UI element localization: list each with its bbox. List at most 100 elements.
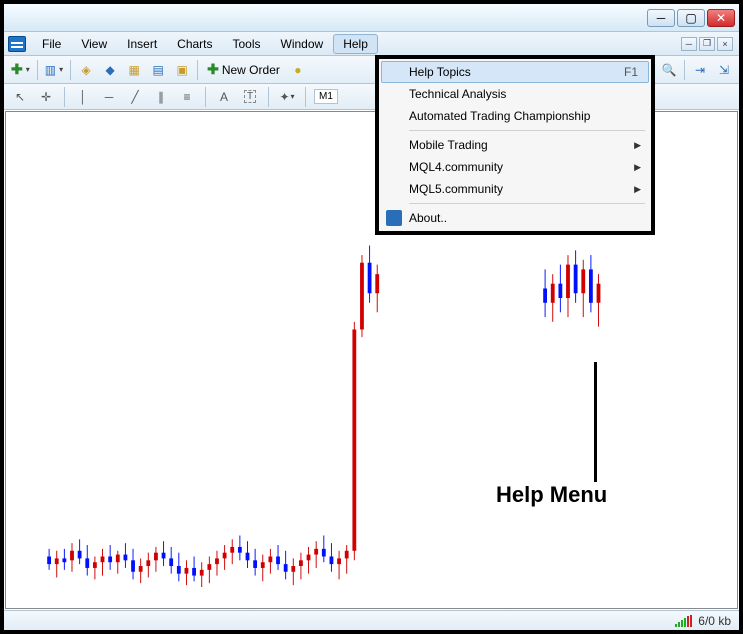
separator xyxy=(70,60,71,80)
navigator-button[interactable]: ◆ xyxy=(99,59,121,81)
autoscroll-icon: ⇲ xyxy=(719,63,729,77)
navigator-icon: ◆ xyxy=(105,63,114,77)
menu-window[interactable]: Window xyxy=(271,34,334,54)
trendline-button[interactable]: ╱ xyxy=(125,87,145,107)
cursor-icon: ↖ xyxy=(15,90,25,104)
connection-bars-icon xyxy=(675,615,692,627)
annotation-label: Help Menu xyxy=(496,482,607,508)
label-icon: T xyxy=(244,90,256,103)
menu-charts[interactable]: Charts xyxy=(167,34,222,54)
menu-separator xyxy=(409,130,645,131)
crosshair-button[interactable]: ✛ xyxy=(36,87,56,107)
channel-button[interactable]: ∥ xyxy=(151,87,171,107)
submenu-arrow-icon: ▶ xyxy=(634,184,641,195)
trendline-icon: ╱ xyxy=(131,90,138,104)
titlebar[interactable]: ─ ▢ ✕ xyxy=(4,4,739,32)
about-icon xyxy=(386,210,402,226)
vertical-line-button[interactable]: │ xyxy=(73,87,93,107)
separator xyxy=(205,87,206,107)
terminal-button[interactable]: ▦ xyxy=(123,59,145,81)
menu-item-label: MQL5.community xyxy=(409,182,503,196)
atc-item[interactable]: Automated Trading Championship xyxy=(381,105,649,127)
submenu-arrow-icon: ▶ xyxy=(634,140,641,151)
menu-item-label: About.. xyxy=(409,211,447,225)
profiles-icon: ▥ xyxy=(45,63,56,77)
menu-item-shortcut: F1 xyxy=(624,65,638,79)
mobile-trading-item[interactable]: Mobile Trading ▶ xyxy=(381,134,649,156)
mql5-community-item[interactable]: MQL5.community ▶ xyxy=(381,178,649,200)
chevron-down-icon: ▾ xyxy=(26,65,30,74)
mql4-community-item[interactable]: MQL4.community ▶ xyxy=(381,156,649,178)
timeframe-m1-button[interactable]: M1 xyxy=(314,89,338,104)
mdi-restore-button[interactable]: ❐ xyxy=(699,37,715,51)
menu-file[interactable]: File xyxy=(32,34,71,54)
zoom-in-button[interactable]: 🔍 xyxy=(658,59,680,81)
horizontal-line-button[interactable]: ─ xyxy=(99,87,119,107)
menu-separator xyxy=(409,203,645,204)
market-watch-icon: ◈ xyxy=(81,63,90,77)
terminal-icon: ▦ xyxy=(128,63,139,77)
zoom-in-icon: 🔍 xyxy=(662,63,677,77)
vline-icon: │ xyxy=(79,90,87,104)
plus-icon: ✚ xyxy=(207,61,219,78)
menu-view[interactable]: View xyxy=(71,34,117,54)
help-topics-item[interactable]: Help Topics F1 xyxy=(381,61,649,83)
menu-item-label: Help Topics xyxy=(409,65,471,79)
minimize-icon: ─ xyxy=(657,11,666,25)
menu-item-label: Automated Trading Championship xyxy=(409,109,590,123)
autotrade-button[interactable]: ● xyxy=(287,59,309,81)
close-icon: ✕ xyxy=(716,11,726,25)
plus-icon: ✚ xyxy=(11,61,23,78)
mdi-minimize-button[interactable]: ─ xyxy=(681,37,697,51)
mdi-close-button[interactable]: × xyxy=(717,37,733,51)
market-watch-button[interactable]: ◈ xyxy=(75,59,97,81)
separator xyxy=(305,87,306,107)
autotrade-icon: ● xyxy=(294,63,301,77)
about-item[interactable]: About.. xyxy=(381,207,649,229)
fibo-icon: ≡ xyxy=(183,90,190,104)
strategy-tester-button[interactable]: ▣ xyxy=(171,59,193,81)
chart-shift-button[interactable]: ⇥ xyxy=(689,59,711,81)
app-icon xyxy=(8,36,26,52)
menu-tools[interactable]: Tools xyxy=(223,34,271,54)
separator xyxy=(197,60,198,80)
minimize-button[interactable]: ─ xyxy=(647,9,675,27)
profiles-button[interactable]: ▥▾ xyxy=(42,59,66,81)
annotation-pointer xyxy=(594,362,597,482)
text-icon: A xyxy=(220,90,228,104)
text-button[interactable]: A xyxy=(214,87,234,107)
help-menu-dropdown: Help Topics F1 Technical Analysis Automa… xyxy=(375,55,655,235)
chevron-down-icon: ▾ xyxy=(59,65,63,74)
connection-status: 6/0 kb xyxy=(698,614,731,628)
maximize-button[interactable]: ▢ xyxy=(677,9,705,27)
menu-item-label: MQL4.community xyxy=(409,160,503,174)
app-window: ─ ▢ ✕ File View Insert Charts Tools Wind… xyxy=(0,0,743,634)
separator xyxy=(64,87,65,107)
arrows-icon: ✦ xyxy=(279,90,289,104)
new-chart-button[interactable]: ✚▾ xyxy=(8,59,33,81)
cursor-button[interactable]: ↖ xyxy=(10,87,30,107)
shift-icon: ⇥ xyxy=(695,63,705,77)
label-button[interactable]: T xyxy=(240,87,260,107)
separator xyxy=(684,60,685,80)
menu-insert[interactable]: Insert xyxy=(117,34,167,54)
fibonacci-button[interactable]: ≡ xyxy=(177,87,197,107)
technical-analysis-item[interactable]: Technical Analysis xyxy=(381,83,649,105)
statusbar: 6/0 kb xyxy=(4,610,739,630)
channel-icon: ∥ xyxy=(158,90,164,104)
menu-item-label: Mobile Trading xyxy=(409,138,488,152)
arrows-button[interactable]: ✦▾ xyxy=(277,87,297,107)
new-order-button[interactable]: ✚ New Order xyxy=(202,59,285,81)
chart-autoscroll-button[interactable]: ⇲ xyxy=(713,59,735,81)
separator xyxy=(37,60,38,80)
data-window-icon: ▤ xyxy=(152,63,163,77)
close-button[interactable]: ✕ xyxy=(707,9,735,27)
data-window-button[interactable]: ▤ xyxy=(147,59,169,81)
crosshair-icon: ✛ xyxy=(41,90,51,104)
submenu-arrow-icon: ▶ xyxy=(634,162,641,173)
chevron-down-icon: ▾ xyxy=(291,92,295,101)
menubar: File View Insert Charts Tools Window Hel… xyxy=(4,32,739,56)
menu-help[interactable]: Help xyxy=(333,34,378,54)
maximize-icon: ▢ xyxy=(685,11,696,25)
tester-icon: ▣ xyxy=(176,63,187,77)
